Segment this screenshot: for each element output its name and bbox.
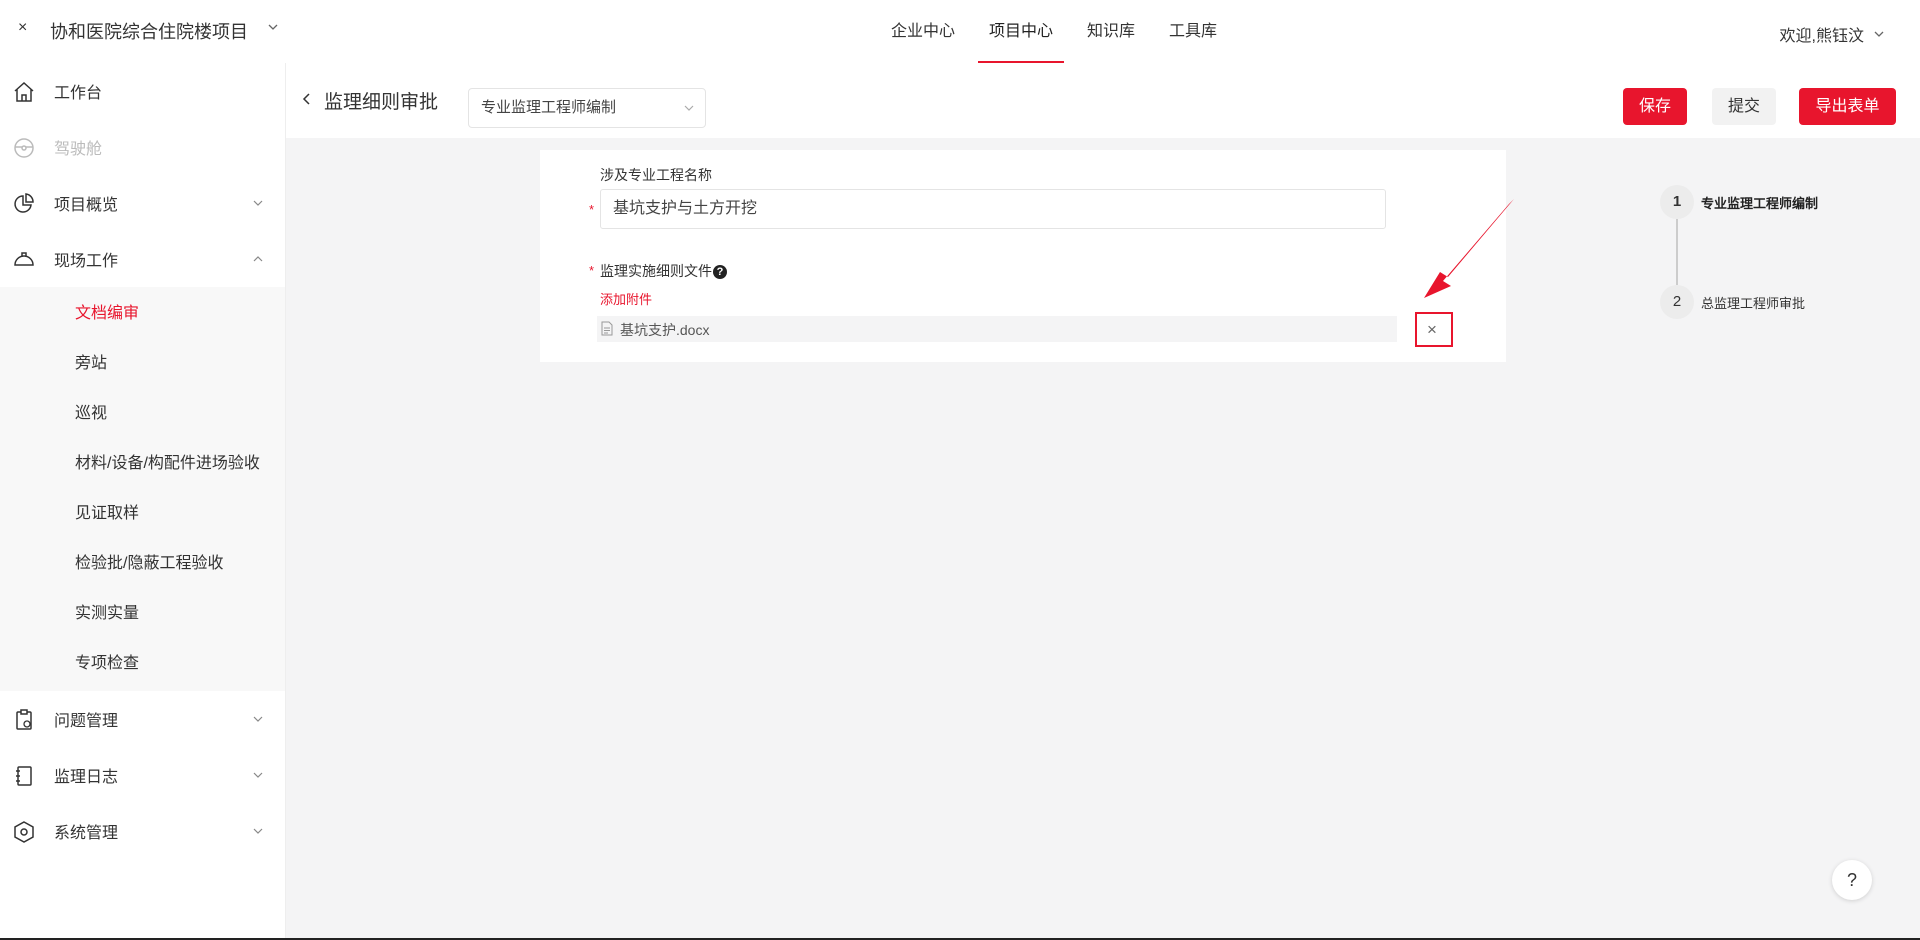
annotation-arrow xyxy=(1424,199,1514,298)
step-number: 1 xyxy=(1660,185,1694,219)
sidebar-item-overview[interactable]: 项目概览 xyxy=(0,175,285,231)
nav-knowledge-base[interactable]: 知识库 xyxy=(1076,0,1146,63)
step-item: 1 专业监理工程师编制 xyxy=(1660,185,1880,221)
sidebar-subitem-side-station[interactable]: 旁站 xyxy=(0,339,285,389)
required-mark: * xyxy=(589,263,595,278)
document-icon xyxy=(601,321,613,336)
sidebar-item-label: 工作台 xyxy=(54,85,103,102)
add-attachment-link[interactable]: 添加附件 xyxy=(600,289,652,308)
export-form-button[interactable]: 导出表单 xyxy=(1799,88,1896,125)
steering-wheel-icon xyxy=(14,138,34,158)
clipboard-icon xyxy=(16,709,32,730)
sidebar-item-label: 驾驶舱 xyxy=(54,141,103,158)
close-icon[interactable]: × xyxy=(18,19,27,37)
welcome-text: 欢迎,熊钰汶 xyxy=(1779,28,1864,45)
top-bar: × 协和医院综合住院楼项目 企业中心 项目中心 知识库 工具库 欢迎,熊钰汶 xyxy=(0,0,1920,63)
step-number: 2 xyxy=(1660,285,1694,319)
project-name-label: 涉及专业工程名称 xyxy=(600,167,712,183)
sidebar-item-label: 项目概览 xyxy=(54,197,119,214)
help-icon[interactable]: ? xyxy=(713,265,727,279)
sidebar-item-issue-management[interactable]: 问题管理 xyxy=(0,691,285,747)
submit-button[interactable]: 提交 xyxy=(1712,88,1776,125)
nav-project-center[interactable]: 项目中心 xyxy=(978,0,1065,63)
sidebar-item-label: 监理日志 xyxy=(54,769,119,786)
top-nav: 企业中心 项目中心 知识库 工具库 xyxy=(880,0,1240,63)
stage-select-value: 专业监理工程师编制 xyxy=(481,99,617,116)
back-arrow-icon[interactable] xyxy=(300,92,314,106)
user-menu[interactable]: 欢迎,熊钰汶 xyxy=(1780,22,1886,46)
page-title: 监理细则审批 xyxy=(324,92,439,113)
sidebar-item-label: 系统管理 xyxy=(54,825,119,842)
sidebar-subitem-material-acceptance[interactable]: 材料/设备/构配件进场验收 xyxy=(0,439,285,489)
sidebar-subitem-patrol[interactable]: 巡视 xyxy=(0,389,285,439)
sidebar-subitem-document-review[interactable]: 文档编审 xyxy=(0,289,285,339)
sidebar: 工作台 驾驶舱 项目概览 现场工作 文档编审 旁站 巡视 材料/设备/构配件进场… xyxy=(0,63,286,940)
sidebar-item-cockpit: 驾驶舱 xyxy=(0,119,285,175)
close-icon: × xyxy=(1427,320,1437,339)
sidebar-subitem-inspection-batch[interactable]: 检验批/隐蔽工程验收 xyxy=(0,539,285,589)
home-icon xyxy=(14,81,34,102)
sidebar-item-workbench[interactable]: 工作台 xyxy=(0,63,285,119)
file-label-text: 监理实施细则文件 xyxy=(600,263,712,279)
chevron-down-icon xyxy=(684,105,694,111)
nav-enterprise-center[interactable]: 企业中心 xyxy=(880,0,966,63)
step-label: 专业监理工程师编制 xyxy=(1701,196,1819,211)
step-item: 2 总监理工程师审批 xyxy=(1660,285,1880,321)
project-name-input[interactable]: 基坑支护与土方开挖 xyxy=(600,189,1386,229)
sidebar-subitem-measurement[interactable]: 实测实量 xyxy=(0,589,285,639)
sidebar-item-label: 现场工作 xyxy=(54,253,119,270)
required-mark: * xyxy=(589,202,595,217)
chevron-down-icon xyxy=(253,772,263,778)
attachment-file-name[interactable]: 基坑支护.docx xyxy=(620,320,709,340)
help-button[interactable]: ? xyxy=(1832,860,1872,900)
hexagon-settings-icon xyxy=(14,821,34,843)
notebook-icon xyxy=(16,766,32,786)
chevron-down-icon xyxy=(253,200,263,206)
nav-toolbox[interactable]: 工具库 xyxy=(1158,0,1228,63)
stage-select[interactable]: 专业监理工程师编制 xyxy=(468,88,706,128)
sidebar-subitem-special-inspection[interactable]: 专项检查 xyxy=(0,639,285,689)
step-label: 总监理工程师审批 xyxy=(1701,296,1806,311)
page-header: 监理细则审批 专业监理工程师编制 保存 提交 导出表单 xyxy=(286,63,1920,138)
sidebar-item-system-management[interactable]: 系统管理 xyxy=(0,803,285,859)
helmet-icon xyxy=(14,252,34,266)
form-card: 涉及专业工程名称 * 基坑支护与土方开挖 * 监理实施细则文件? 添加附件 基坑… xyxy=(540,150,1506,362)
project-name[interactable]: 协和医院综合住院楼项目 xyxy=(50,18,248,44)
chevron-up-icon xyxy=(253,256,263,262)
chevron-down-icon xyxy=(253,828,263,834)
sidebar-item-supervision-log[interactable]: 监理日志 xyxy=(0,747,285,803)
sidebar-subitem-witness-sampling[interactable]: 见证取样 xyxy=(0,489,285,539)
remove-attachment-button[interactable]: × xyxy=(1415,312,1453,347)
save-button[interactable]: 保存 xyxy=(1623,88,1687,125)
pie-chart-icon xyxy=(14,193,34,213)
submenu-site-work: 文档编审 旁站 巡视 材料/设备/构配件进场验收 见证取样 检验批/隐蔽工程验收… xyxy=(0,287,285,691)
step-connector xyxy=(1676,219,1678,285)
chevron-down-icon[interactable] xyxy=(266,20,280,34)
sidebar-item-label: 问题管理 xyxy=(54,713,119,730)
chevron-down-icon xyxy=(253,716,263,722)
file-label: 监理实施细则文件? xyxy=(600,261,727,281)
sidebar-item-site-work[interactable]: 现场工作 xyxy=(0,231,285,287)
chevron-down-icon xyxy=(1874,31,1884,37)
attachment-item: 基坑支护.docx xyxy=(597,316,1397,342)
